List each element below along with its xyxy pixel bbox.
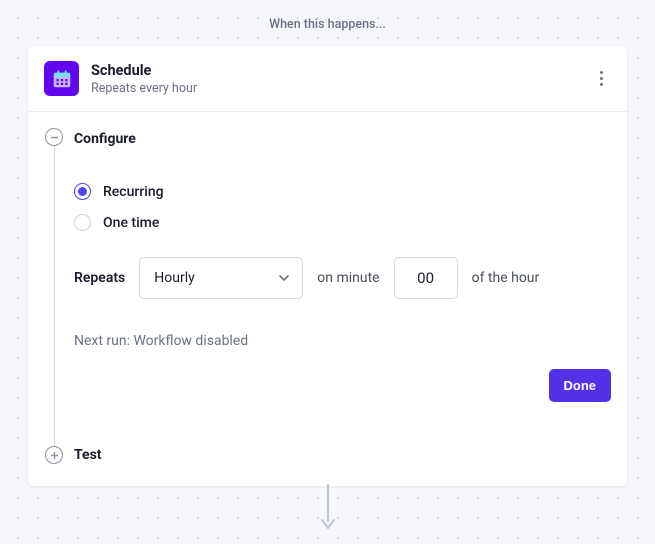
card-subtitle: Repeats every hour	[91, 81, 595, 96]
onetime-radio[interactable]	[74, 214, 91, 231]
repeats-select[interactable]: Hourly	[139, 257, 303, 299]
onetime-label: One time	[103, 215, 159, 231]
done-button[interactable]: Done	[549, 369, 612, 402]
more-menu-button[interactable]	[595, 67, 607, 91]
of-hour-label: of the hour	[472, 270, 540, 286]
recurring-label: Recurring	[103, 184, 164, 200]
collapse-configure-toggle[interactable]	[45, 128, 63, 146]
configure-section-heading: Configure	[74, 128, 611, 148]
trigger-header: When this happens...	[0, 0, 655, 32]
minute-input[interactable]	[394, 257, 458, 299]
repeats-select-value: Hourly	[154, 270, 194, 286]
repeats-label: Repeats	[74, 270, 125, 286]
next-run-text: Next run: Workflow disabled	[74, 333, 611, 349]
recurring-radio[interactable]	[74, 183, 91, 200]
calendar-icon	[44, 61, 79, 96]
trigger-card: Schedule Repeats every hour Configure Re…	[28, 46, 627, 486]
expand-test-toggle[interactable]	[45, 446, 63, 464]
chevron-down-icon	[278, 272, 290, 284]
test-section-heading: Test	[74, 446, 611, 464]
on-minute-label: on minute	[317, 270, 379, 286]
card-title: Schedule	[91, 62, 595, 79]
flow-arrow-down-icon	[318, 484, 338, 532]
schedule-type-radiogroup: Recurring One time	[74, 183, 611, 231]
